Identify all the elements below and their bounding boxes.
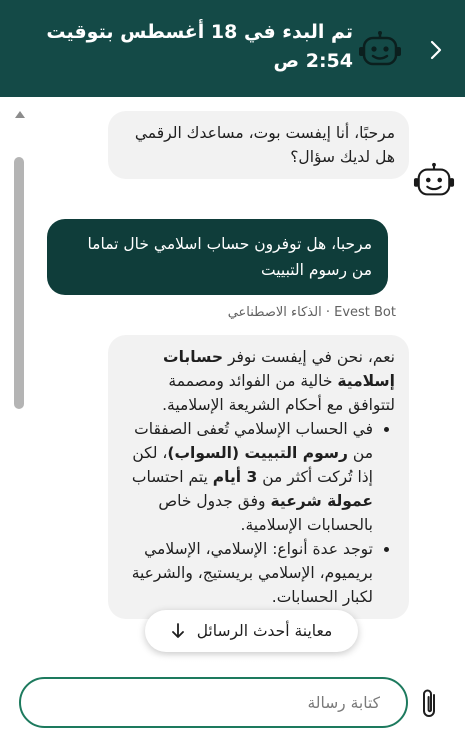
bot-reply-message: نعم، نحن في إيفست نوفر حسابات إسلامية خا… bbox=[108, 335, 409, 619]
chat-header: تم البدء في 18 أغسطس بتوقيت 2:54 ص bbox=[0, 0, 465, 97]
reply-bullet-2: توجد عدة أنواع: الإسلامي، الإسلامي بريمي… bbox=[122, 537, 373, 609]
chat-transcript[interactable]: مرحبًا، أنا إيفست بوت، مساعدك الرقمي هل … bbox=[0, 97, 465, 665]
preview-latest-messages-button[interactable]: معاينة أحدث الرسائل bbox=[145, 610, 358, 652]
welcome-line-2: هل لديك سؤال؟ bbox=[290, 148, 395, 166]
preview-button-label: معاينة أحدث الرسائل bbox=[196, 622, 333, 640]
scroll-thumb[interactable] bbox=[14, 157, 24, 409]
message-composer bbox=[0, 665, 465, 736]
chevron-right-icon[interactable] bbox=[426, 38, 446, 62]
transcript-fade bbox=[0, 655, 465, 665]
bot-welcome-message: مرحبًا، أنا إيفست بوت، مساعدك الرقمي هل … bbox=[108, 111, 409, 179]
reply-bullet-list: في الحساب الإسلامي تُعفى الصفقات من رسوم… bbox=[122, 417, 395, 609]
welcome-line-1: مرحبًا، أنا إيفست بوت، مساعدك الرقمي bbox=[134, 124, 395, 142]
user-message: مرحبا، هل توفرون حساب اسلامي خال تماما م… bbox=[47, 219, 388, 295]
reply-sender-meta: Evest Bot · الذكاء الاصطناعي bbox=[227, 305, 396, 320]
reply-intro: نعم، نحن في إيفست نوفر حسابات إسلامية خا… bbox=[162, 348, 395, 414]
paperclip-icon[interactable] bbox=[418, 687, 442, 721]
bot-avatar-robot-icon bbox=[413, 162, 455, 196]
scrollbar[interactable] bbox=[10, 97, 28, 665]
reply-bullet-1: في الحساب الإسلامي تُعفى الصفقات من رسوم… bbox=[122, 417, 373, 537]
scroll-up-arrow-icon[interactable] bbox=[15, 111, 25, 118]
header-title: تم البدء في 18 أغسطس بتوقيت 2:54 ص bbox=[46, 21, 353, 72]
arrow-down-icon bbox=[171, 623, 184, 638]
robot-icon bbox=[359, 31, 401, 66]
message-input[interactable] bbox=[19, 677, 408, 728]
